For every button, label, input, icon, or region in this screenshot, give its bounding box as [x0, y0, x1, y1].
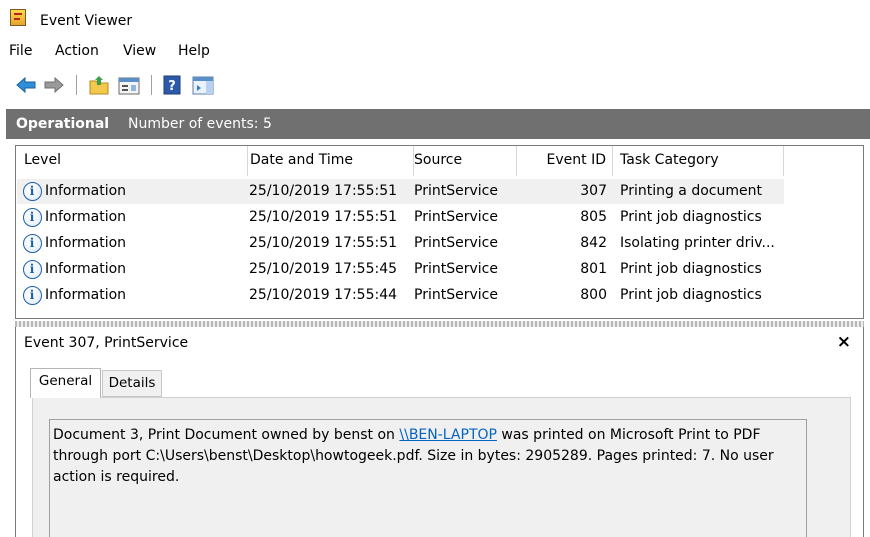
cell-level: Information — [45, 209, 127, 225]
toolbar-separator — [76, 75, 77, 95]
cell-date-time: 25/10/2019 17:55:51 — [249, 235, 398, 251]
description-text-start: Document 3, Print Document owned by bens… — [53, 427, 400, 443]
menu-action[interactable]: Action — [55, 43, 99, 59]
cell-event-id: 801 — [580, 261, 607, 277]
column-header-source[interactable]: Source — [414, 146, 517, 176]
computer-link[interactable]: \\BEN-LAPTOP — [399, 427, 497, 443]
cell-task-category: Isolating printer driv... — [620, 235, 775, 251]
menu-bar: File Action View Help — [0, 37, 870, 65]
cell-task-category: Print job diagnostics — [620, 209, 762, 225]
table-row[interactable]: Information 25/10/2019 17:55:45 PrintSer… — [17, 257, 784, 282]
menu-help[interactable]: Help — [178, 43, 210, 59]
column-header-task-category[interactable]: Task Category — [613, 146, 784, 176]
column-header-event-id[interactable]: Event ID — [517, 146, 613, 176]
events-list[interactable]: Level Date and Time Source Event ID Task… — [15, 145, 864, 319]
cell-event-id: 307 — [580, 183, 607, 199]
toolbar: ? — [0, 68, 870, 102]
tab-general[interactable]: General — [30, 368, 101, 398]
log-name: Operational — [16, 116, 110, 132]
table-row[interactable]: Information 25/10/2019 17:55:51 PrintSer… — [17, 205, 784, 230]
back-arrow-icon[interactable] — [16, 74, 36, 96]
properties-icon[interactable] — [118, 74, 140, 96]
show-hide-pane-icon[interactable] — [192, 74, 214, 96]
cell-task-category: Print job diagnostics — [620, 287, 762, 303]
cell-level: Information — [45, 235, 127, 251]
table-row[interactable]: Information 25/10/2019 17:55:44 PrintSer… — [17, 283, 784, 308]
up-folder-icon[interactable] — [89, 74, 109, 96]
event-description[interactable]: Document 3, Print Document owned by bens… — [49, 419, 807, 537]
cell-source: PrintService — [414, 183, 498, 199]
information-icon — [23, 208, 42, 227]
cell-task-category: Printing a document — [620, 183, 762, 199]
table-row[interactable]: Information 25/10/2019 17:55:51 PrintSer… — [17, 231, 784, 256]
information-icon — [23, 182, 42, 201]
cell-date-time: 25/10/2019 17:55:45 — [249, 261, 398, 277]
svg-text:?: ? — [168, 79, 176, 94]
event-count: Number of events: 5 — [128, 116, 272, 132]
cell-date-time: 25/10/2019 17:55:51 — [249, 183, 398, 199]
cell-date-time: 25/10/2019 17:55:44 — [249, 287, 398, 303]
table-row[interactable]: Information 25/10/2019 17:55:51 PrintSer… — [17, 179, 784, 204]
event-detail-pane: Event 307, PrintService × Details Genera… — [15, 327, 864, 537]
information-icon — [23, 260, 42, 279]
event-detail-title: Event 307, PrintService — [24, 335, 189, 351]
menu-file[interactable]: File — [9, 43, 32, 59]
cell-task-category: Print job diagnostics — [620, 261, 762, 277]
title-bar: Event Viewer — [0, 0, 870, 37]
help-icon[interactable]: ? — [163, 74, 181, 96]
cell-source: PrintService — [414, 209, 498, 225]
window-title: Event Viewer — [40, 13, 133, 29]
log-header: Operational Number of events: 5 — [6, 109, 870, 139]
cell-source: PrintService — [414, 235, 498, 251]
cell-level: Information — [45, 261, 127, 277]
column-header-level[interactable]: Level — [16, 146, 248, 176]
cell-source: PrintService — [414, 261, 498, 277]
cell-level: Information — [45, 287, 127, 303]
information-icon — [23, 234, 42, 253]
cell-event-id: 842 — [580, 235, 607, 251]
cell-source: PrintService — [414, 287, 498, 303]
cell-date-time: 25/10/2019 17:55:51 — [249, 209, 398, 225]
information-icon — [23, 286, 42, 305]
cell-event-id: 800 — [580, 287, 607, 303]
menu-view[interactable]: View — [123, 43, 156, 59]
tab-details[interactable]: Details — [102, 370, 162, 397]
cell-event-id: 805 — [580, 209, 607, 225]
forward-arrow-icon[interactable] — [44, 74, 64, 96]
toolbar-separator — [151, 75, 152, 95]
cell-level: Information — [45, 183, 127, 199]
close-detail-button[interactable]: × — [837, 332, 851, 352]
column-header-date-time[interactable]: Date and Time — [248, 146, 414, 176]
event-viewer-icon — [10, 9, 26, 26]
